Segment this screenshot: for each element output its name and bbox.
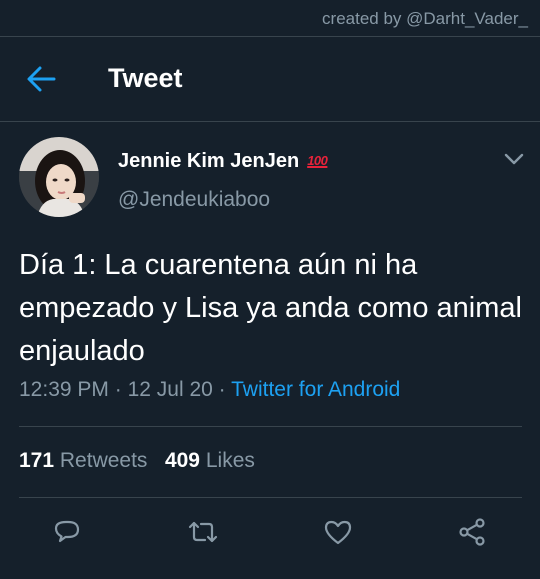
retweets-label: Retweets xyxy=(59,449,148,472)
likes-count: 409 xyxy=(164,449,200,472)
author-name[interactable]: Jennie Kim JenJen 100 xyxy=(118,150,328,173)
meta-separator: · xyxy=(218,378,226,401)
tweet-actions xyxy=(0,517,540,547)
like-icon[interactable] xyxy=(323,517,353,547)
likes-stat[interactable]: 409 Likes xyxy=(165,449,255,472)
watermark-bar: created by @Darht_Vader_ xyxy=(0,0,540,37)
arrow-left-icon[interactable] xyxy=(26,65,56,93)
chevron-down-icon[interactable] xyxy=(503,152,525,166)
likes-label: Likes xyxy=(205,449,255,472)
share-icon[interactable] xyxy=(457,517,487,547)
tweet-text: Día 1: La cuarentena aún ni ha empezado … xyxy=(19,249,522,367)
watermark-text: created by @Darht_Vader_ xyxy=(322,9,528,28)
retweets-stat[interactable]: 171 Retweets xyxy=(19,449,147,472)
author-name-text: Jennie Kim JenJen xyxy=(118,150,300,172)
tweet-date: 12 Jul 20 xyxy=(127,378,213,401)
author-handle[interactable]: @Jendeukiaboo xyxy=(118,188,270,212)
tweet-meta: 12:39 PM · 12 Jul 20 · Twitter for Andro… xyxy=(19,378,400,402)
divider xyxy=(19,426,522,427)
avatar-image xyxy=(19,137,99,217)
header: Tweet xyxy=(0,37,540,122)
tweet-source-link[interactable]: Twitter for Android xyxy=(231,378,400,401)
divider xyxy=(19,497,522,498)
avatar[interactable] xyxy=(19,137,99,217)
retweet-icon[interactable] xyxy=(188,517,218,547)
retweets-count: 171 xyxy=(19,449,55,472)
tweet-stats: 171 Retweets 409 Likes xyxy=(19,449,255,473)
reply-icon[interactable] xyxy=(52,517,82,547)
tweet-time: 12:39 PM xyxy=(19,378,109,401)
meta-separator: · xyxy=(114,378,122,401)
page-title: Tweet xyxy=(108,63,183,93)
hundred-points-icon: 100 xyxy=(307,153,328,168)
